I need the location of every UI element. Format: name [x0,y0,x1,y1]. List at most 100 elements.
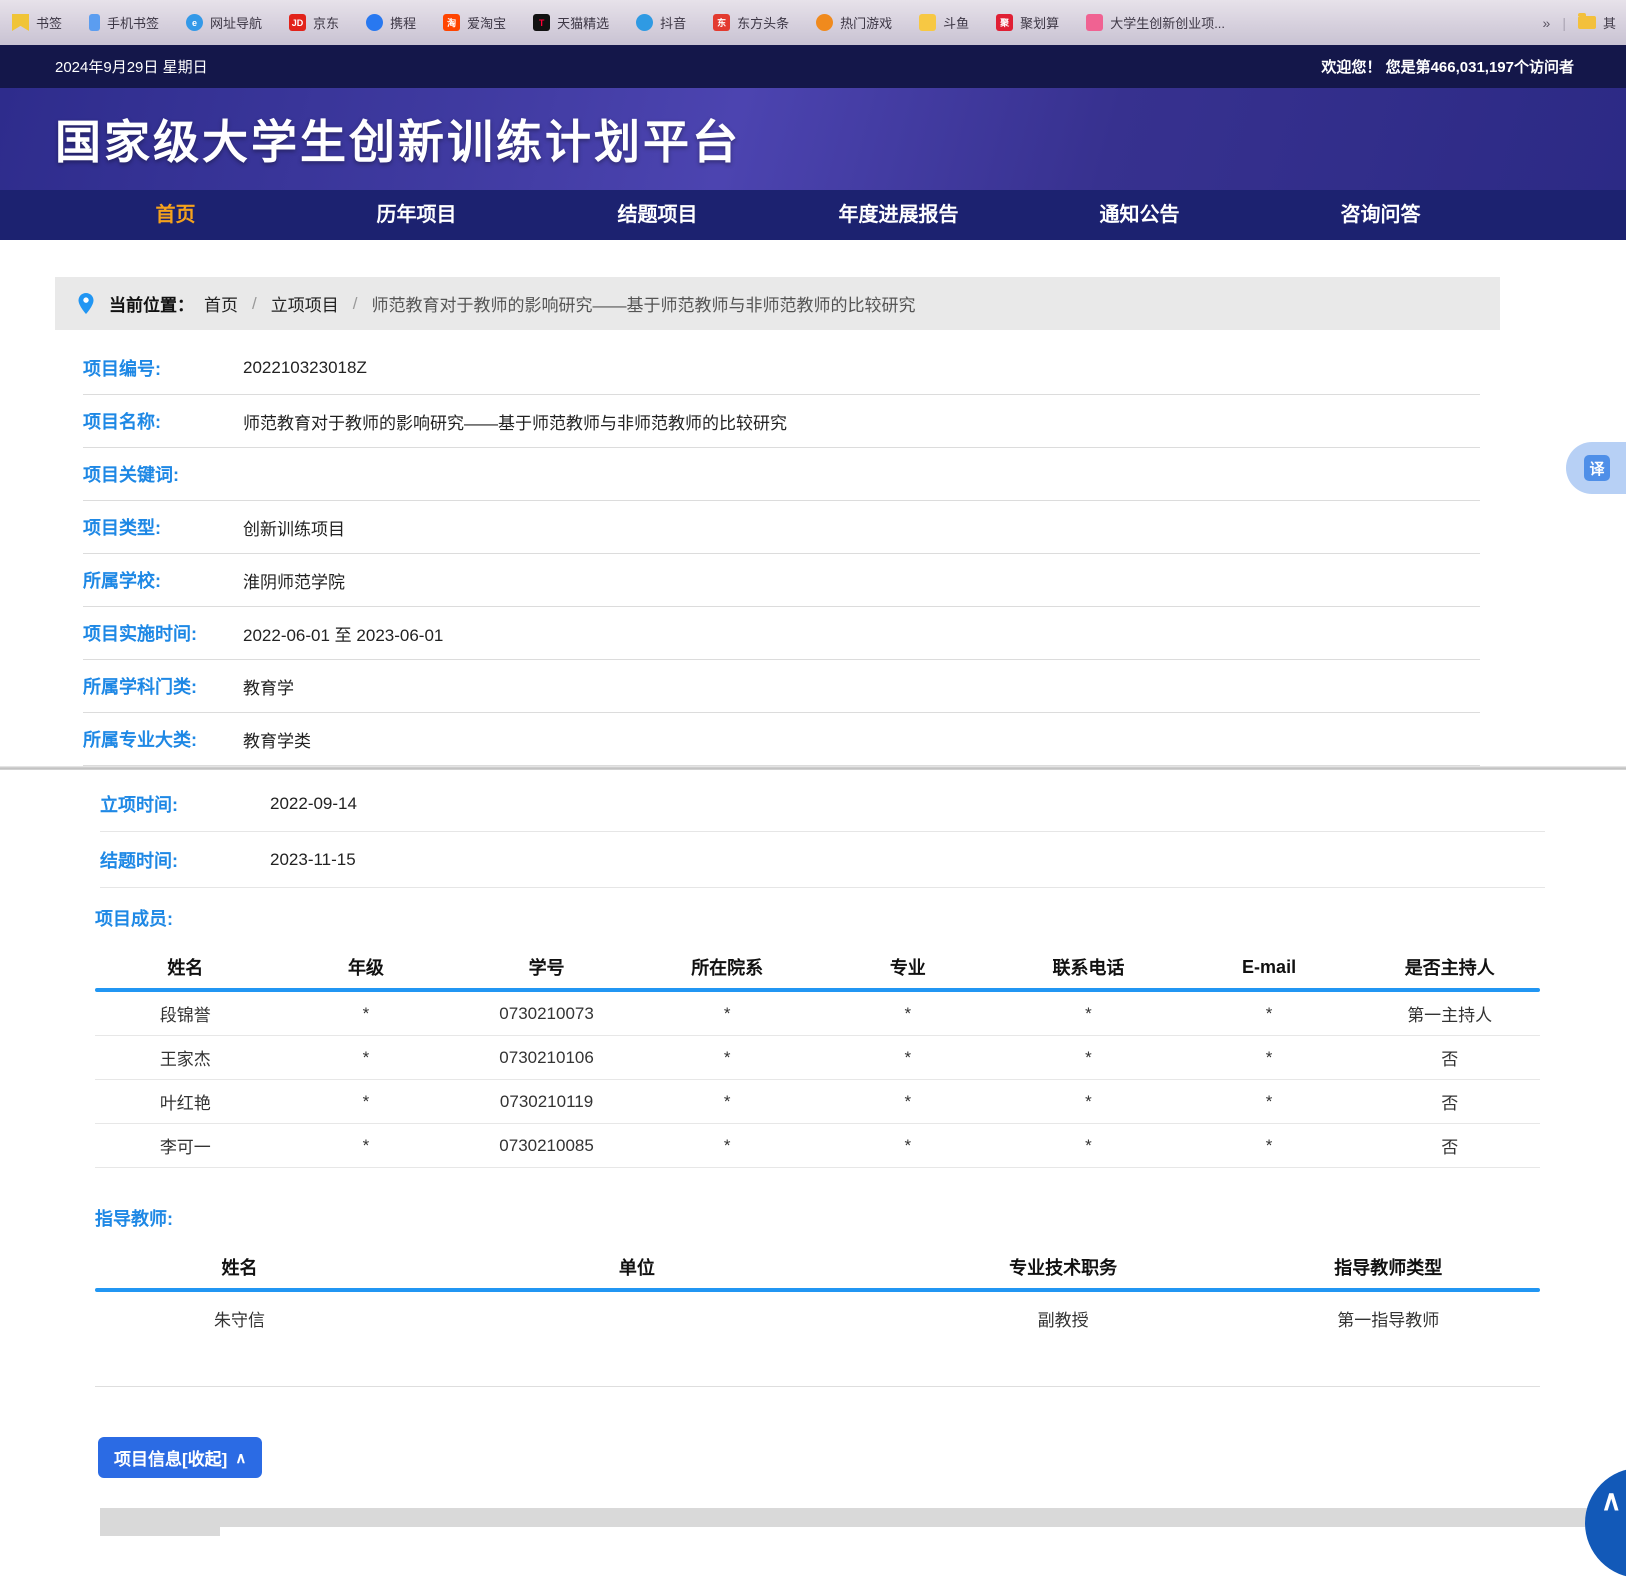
column-header: 姓名 [95,1254,384,1280]
location-pin-icon [77,292,95,315]
nav-qa[interactable]: 咨询问答 [1260,190,1501,240]
table-cell: * [998,1004,1179,1024]
advisors-table: 姓名单位专业技术职务指导教师类型朱守信副教授第一指导教师 [95,1246,1540,1344]
table-cell: * [1179,1136,1360,1156]
table-row: 朱守信副教授第一指导教师 [95,1292,1540,1344]
field-value: 2023-11-15 [270,850,356,870]
nav-closed-projects[interactable]: 结题项目 [537,190,778,240]
members-section-label: 项目成员: [95,904,1626,934]
column-header: 年级 [276,954,457,980]
breadcrumb-label: 当前位置： [109,291,194,316]
bookmark-label: 东方头条 [737,13,789,32]
table-cell: 0730210085 [456,1136,637,1156]
table-cell: * [276,1136,457,1156]
field-row: 所属学校:淮阴师范学院 [83,554,1480,607]
other-bookmarks-folder[interactable]: 其 [1578,13,1616,32]
table-row: 王家杰*0730210106****否 [95,1036,1540,1080]
bookmarks-overflow-chevron[interactable]: » [1543,15,1551,31]
current-date: 2024年9月29日 星期日 [55,56,208,77]
table-cell: 王家杰 [95,1045,276,1070]
table-cell: * [818,1048,999,1068]
bookmark-item[interactable]: 书签 [12,13,62,32]
translate-icon: 译 [1584,455,1610,481]
bookmark-label: 携程 [390,13,416,32]
bookmark-item[interactable]: e网址导航 [186,13,262,32]
field-row: 项目编号:202210323018Z [83,342,1480,395]
other-bookmarks-label: 其 [1603,13,1616,32]
field-row: 项目关键词: [83,448,1480,501]
bookmark-item[interactable]: 热门游戏 [816,13,892,32]
bookmark-item[interactable]: T天猫精选 [533,13,609,32]
table-cell: 0730210119 [456,1092,637,1112]
column-header: 指导教师类型 [1237,1254,1540,1280]
table-cell: 否 [1359,1133,1540,1158]
breadcrumb-home-link[interactable]: 首页 [204,291,238,316]
games-icon [816,14,833,31]
advisors-section-label: 指导教师: [95,1204,1626,1234]
bookmark-label: 热门游戏 [840,13,892,32]
site-banner: 国家级大学生创新训练计划平台 [0,88,1626,190]
innovation-site-icon [1086,14,1103,31]
nav-past-projects[interactable]: 历年项目 [296,190,537,240]
bookmarks-bar: 书签 手机书签 e网址导航 JD 京东 携程 淘爱淘宝 T天猫精选 抖音 东东方头条 热门游戏 斗鱼 聚… [0,0,1626,45]
field-value: 师范教育对于教师的影响研究——基于师范教师与非师范教师的比较研究 [243,409,787,434]
table-cell: 第一主持人 [1359,1001,1540,1026]
dongfang-toutiao-icon: 东 [713,14,730,31]
column-header: 专业技术职务 [890,1254,1237,1280]
collapse-project-info-button[interactable]: 项目信息[收起] ∧ [98,1437,262,1478]
bookmark-item[interactable]: 携程 [366,13,416,32]
bookmark-item[interactable]: 手机书签 [89,13,159,32]
table-header-row: 姓名单位专业技术职务指导教师类型 [95,1246,1540,1288]
field-label: 结题时间: [100,847,270,873]
collapse-button-label: 项目信息[收起] [114,1445,227,1470]
breadcrumb-section-link[interactable]: 立项项目 [271,291,339,316]
bookmark-item[interactable]: 大学生创新创业项... [1086,13,1225,32]
nav-notices[interactable]: 通知公告 [1019,190,1260,240]
field-label: 项目编号: [83,355,243,381]
table-cell: * [276,1048,457,1068]
table-cell: * [637,1092,818,1112]
field-label: 立项时间: [100,791,270,817]
field-label: 项目实施时间: [83,620,243,646]
table-cell: * [818,1004,999,1024]
bookmark-label: 京东 [313,13,339,32]
table-cell: 段锦誉 [95,1001,276,1026]
translate-widget[interactable]: 译 [1566,442,1626,494]
table-cell: * [818,1092,999,1112]
folder-icon [1578,16,1596,29]
back-to-top-button[interactable]: ∧ [1585,1468,1626,1578]
column-header: 学号 [456,954,637,980]
field-label: 项目类型: [83,514,243,540]
douyu-icon [919,14,936,31]
nav-annual-report[interactable]: 年度进展报告 [778,190,1019,240]
bookmark-item[interactable]: 东东方头条 [713,13,789,32]
chevron-up-icon: ∧ [1601,1484,1622,1517]
field-label: 所属学科门类: [83,673,243,699]
table-cell: 0730210106 [456,1048,637,1068]
bookmark-item[interactable]: JD 京东 [289,13,339,32]
field-label: 所属专业大类: [83,726,243,752]
table-cell: * [1179,1004,1360,1024]
bookmark-item[interactable]: 抖音 [636,13,686,32]
visitor-counter: 欢迎您！ 您是第466,031,197个访问者 [1321,56,1574,77]
field-value: 教育学 [243,674,294,699]
advisors-table-footer-rule [95,1386,1540,1387]
bookmark-label: 爱淘宝 [467,13,506,32]
bookmark-item[interactable]: 斗鱼 [919,13,969,32]
bookmark-label: 书签 [36,13,62,32]
jd-icon: JD [289,14,306,31]
table-row: 段锦誉*0730210073****第一主持人 [95,992,1540,1036]
bookmarks-right-group: » | 其 [1543,13,1616,32]
project-info-card: 项目编号:202210323018Z项目名称:师范教育对于教师的影响研究——基于… [55,330,1500,766]
nav-home[interactable]: 首页 [55,190,296,240]
column-header: 所在院系 [637,954,818,980]
site-nav-icon: e [186,14,203,31]
bookmark-label: 手机书签 [107,13,159,32]
bookmark-item[interactable]: 淘爱淘宝 [443,13,506,32]
table-cell: 叶红艳 [95,1089,276,1114]
members-table: 姓名年级学号所在院系专业联系电话E-mail是否主持人段锦誉*073021007… [95,946,1540,1168]
field-label: 项目关键词: [83,461,243,487]
bookmarks-list: 书签 手机书签 e网址导航 JD 京东 携程 淘爱淘宝 T天猫精选 抖音 东东方头条 热门游戏 斗鱼 聚… [12,13,1252,32]
field-value: 淮阴师范学院 [243,568,345,593]
bookmark-item[interactable]: 聚聚划算 [996,13,1059,32]
